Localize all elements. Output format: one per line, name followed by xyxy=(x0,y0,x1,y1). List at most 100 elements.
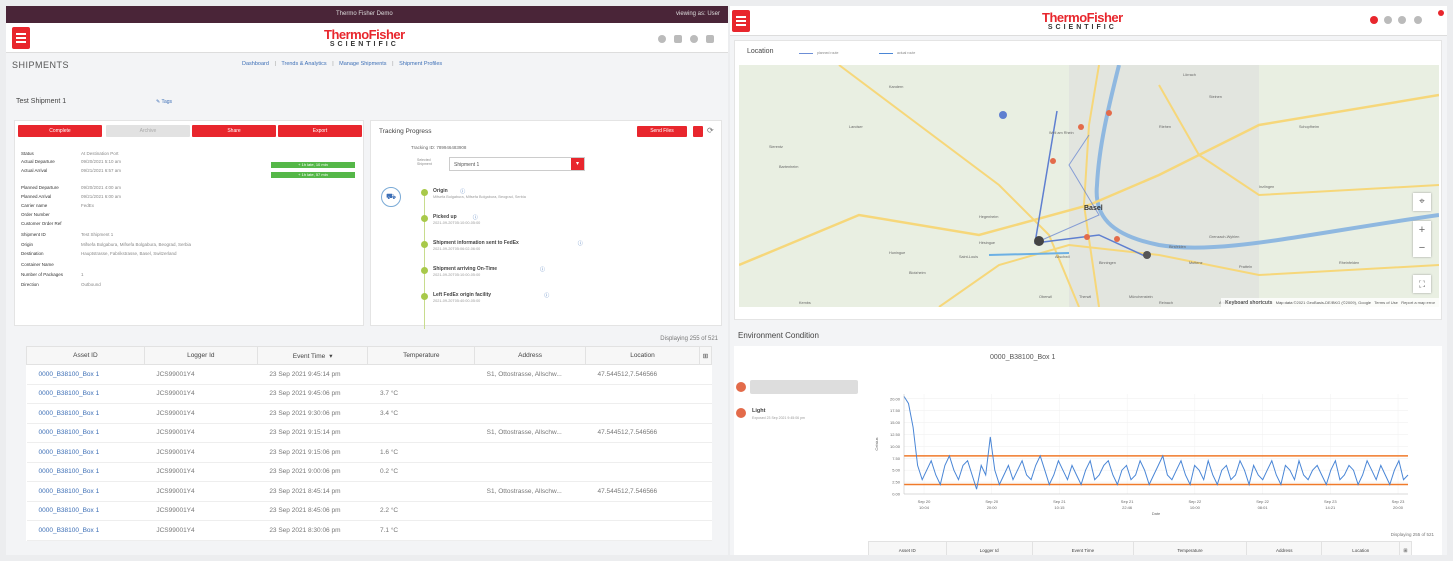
table-row[interactable]: 0000_B38100_Box 1 JCS99001Y4 23 Sep 2021 9… xyxy=(26,442,712,463)
nav-trends[interactable]: Trends & Analytics xyxy=(281,61,326,67)
complete-button[interactable]: Complete xyxy=(18,125,102,137)
info-icon[interactable]: ⓘ xyxy=(473,214,478,221)
table-row[interactable]: 0000_B38100_Box 1 JCS99001Y4 23 Sep 2021 9… xyxy=(26,403,712,424)
table-row[interactable]: 0000_B38100_Box 1 JCS99001Y4 23 Sep 2021 9… xyxy=(26,462,712,482)
alert-icon[interactable] xyxy=(1370,16,1378,24)
timeline-dot xyxy=(421,189,428,196)
table-cell: JCS99001Y4 xyxy=(144,442,258,463)
notifications-icon[interactable] xyxy=(1414,16,1422,24)
user-indicator[interactable]: viewing as: User xyxy=(676,11,720,17)
map-place-label: Therwil xyxy=(1079,295,1092,299)
asset-id-link[interactable]: 0000_B38100_Box 1 xyxy=(26,442,145,463)
table-cell: JCS99001Y4 xyxy=(144,384,258,404)
column-header[interactable]: Address xyxy=(1245,541,1323,555)
map-place-label: Huningue xyxy=(889,251,906,255)
map-place-label: Binningen xyxy=(1099,261,1116,265)
archive-button[interactable]: Archive xyxy=(106,125,190,137)
table-row[interactable]: 0000_B38100_Box 1 JCS99001Y4 23 Sep 2021 8… xyxy=(26,501,712,521)
detail-label: Order Number xyxy=(21,212,50,217)
column-header[interactable]: Event Time ▾ xyxy=(256,346,369,365)
map-place-label: Oberwil xyxy=(1039,295,1052,299)
column-header[interactable]: Event Time xyxy=(1031,541,1134,555)
recenter-icon[interactable]: ⌖ xyxy=(1413,193,1431,211)
asset-id-link[interactable]: 0000_B38100_Box 1 xyxy=(26,520,145,541)
info-icon[interactable]: ⓘ xyxy=(460,188,465,195)
column-header[interactable]: Logger Id xyxy=(945,541,1033,555)
column-header[interactable]: Location xyxy=(1321,541,1400,555)
table-cell: 3.4 °C xyxy=(367,403,475,424)
user-icon[interactable] xyxy=(674,35,682,43)
user-icon[interactable] xyxy=(1384,16,1392,24)
column-header[interactable]: Asset ID xyxy=(868,541,947,555)
settings-icon[interactable] xyxy=(690,35,698,43)
tracking-progress-card: Tracking Progress Send Files ⟳ Tracking … xyxy=(370,120,722,329)
sort-icon[interactable]: ▾ xyxy=(329,353,332,360)
y-tick-label: 7.50 xyxy=(892,456,901,461)
light-alert-icon[interactable] xyxy=(736,408,746,418)
column-header[interactable]: Location xyxy=(585,346,700,365)
tags-link[interactable]: ✎ Tags xyxy=(156,99,172,105)
send-files-button[interactable]: Send Files xyxy=(637,126,687,137)
table-row[interactable]: 0000_B38100_Box 1 JCS99001Y4 23 Sep 2021 8… xyxy=(26,481,712,502)
temperature-alert-icon[interactable] xyxy=(736,382,746,392)
table-row[interactable]: 0000_B38100_Box 1 JCS99001Y4 23 Sep 2021 8… xyxy=(26,520,712,541)
export-button[interactable]: Export xyxy=(278,125,362,137)
info-icon[interactable]: ⓘ xyxy=(578,240,583,247)
terms-link[interactable]: Terms of Use xyxy=(1374,300,1398,305)
y-tick-label: 2.50 xyxy=(892,480,901,485)
map[interactable]: Basel Riehen Lörrach Weil am Rhein Binningen… xyxy=(739,65,1439,307)
x-tick-label: 20:00 xyxy=(987,505,998,510)
fullscreen-icon[interactable]: ⛶ xyxy=(1413,275,1431,293)
table-cell: 23 Sep 2021 9:15:14 pm xyxy=(257,423,368,443)
info-icon[interactable]: ⓘ xyxy=(544,292,549,299)
asset-id-link[interactable]: 0000_B38100_Box 1 xyxy=(26,403,145,424)
detail-value: 09/20/2021 5:10 am xyxy=(81,159,122,164)
asset-id-link[interactable]: 0000_B38100_Box 1 xyxy=(26,462,145,482)
column-header[interactable]: Temperature xyxy=(367,346,476,365)
column-header[interactable]: Logger Id xyxy=(143,346,258,365)
detail-row: Actual Arrival 09/21/2021 6:57 am xyxy=(21,168,121,173)
x-tick-label: 10:04 xyxy=(919,505,930,510)
detail-row: Origin Mifsefa Bolgabura, Mifsefa Bolgabu… xyxy=(21,242,191,247)
y-axis-label: Celsius xyxy=(874,437,879,450)
shipment-select[interactable]: Shipment 1 ▾ xyxy=(449,157,585,171)
asset-id-link[interactable]: 0000_B38100_Box 1 xyxy=(26,384,145,404)
asset-id-link[interactable]: 0000_B38100_Box 1 xyxy=(26,481,145,502)
menu-icon[interactable] xyxy=(12,27,30,49)
refresh-icon[interactable]: ⟳ xyxy=(707,126,714,135)
nav-dashboard[interactable]: Dashboard xyxy=(242,61,269,67)
map-place-label: Sierentz xyxy=(769,145,783,149)
column-header[interactable]: Temperature xyxy=(1132,541,1248,555)
column-header[interactable]: Asset ID xyxy=(26,346,145,365)
map-place-label: Lörrach xyxy=(1183,73,1196,77)
info-icon[interactable]: ⓘ xyxy=(540,266,545,273)
delete-icon[interactable] xyxy=(693,126,703,137)
tracking-title: Tracking Progress xyxy=(379,128,432,135)
table-row[interactable]: 0000_B38100_Box 1 JCS99001Y4 23 Sep 2021 9… xyxy=(26,423,712,443)
keyboard-shortcuts-link[interactable]: Keyboard shortcuts xyxy=(1225,300,1272,306)
column-picker-icon[interactable]: ⊞ xyxy=(1399,541,1412,555)
help-icon[interactable] xyxy=(658,35,666,43)
table-row[interactable]: 0000_B38100_Box 1 JCS99001Y4 23 Sep 2021 9… xyxy=(26,384,712,404)
asset-id-link[interactable]: 0000_B38100_Box 1 xyxy=(26,364,145,385)
y-tick-label: 0.00 xyxy=(892,492,901,497)
zoom-in-button[interactable]: + xyxy=(1413,221,1431,239)
settings-icon[interactable] xyxy=(1398,16,1406,24)
timeline-event-sub: 2021-09-20T05:10:00-05:00 xyxy=(433,273,481,277)
nav-shipment-profiles[interactable]: Shipment Profiles xyxy=(399,61,442,67)
detail-label: Status xyxy=(21,151,34,156)
share-button[interactable]: Share xyxy=(192,125,276,137)
zoom-out-button[interactable]: − xyxy=(1413,239,1431,257)
menu-icon[interactable] xyxy=(732,10,750,32)
column-header[interactable]: Address xyxy=(474,346,587,365)
detail-row: Number of Packages 1 xyxy=(21,272,84,277)
chart-title: 0000_B38100_Box 1 xyxy=(990,354,1056,361)
temperature-series-line xyxy=(903,396,1409,490)
notifications-icon[interactable] xyxy=(706,35,714,43)
asset-id-link[interactable]: 0000_B38100_Box 1 xyxy=(26,501,145,521)
asset-id-link[interactable]: 0000_B38100_Box 1 xyxy=(26,423,145,443)
table-row[interactable]: 0000_B38100_Box 1 JCS99001Y4 23 Sep 2021 9… xyxy=(26,364,712,385)
report-error-link[interactable]: Report a map error xyxy=(1401,300,1435,305)
nav-manage-shipments[interactable]: Manage Shipments xyxy=(339,61,386,67)
column-picker-icon[interactable]: ⊞ xyxy=(698,346,713,365)
